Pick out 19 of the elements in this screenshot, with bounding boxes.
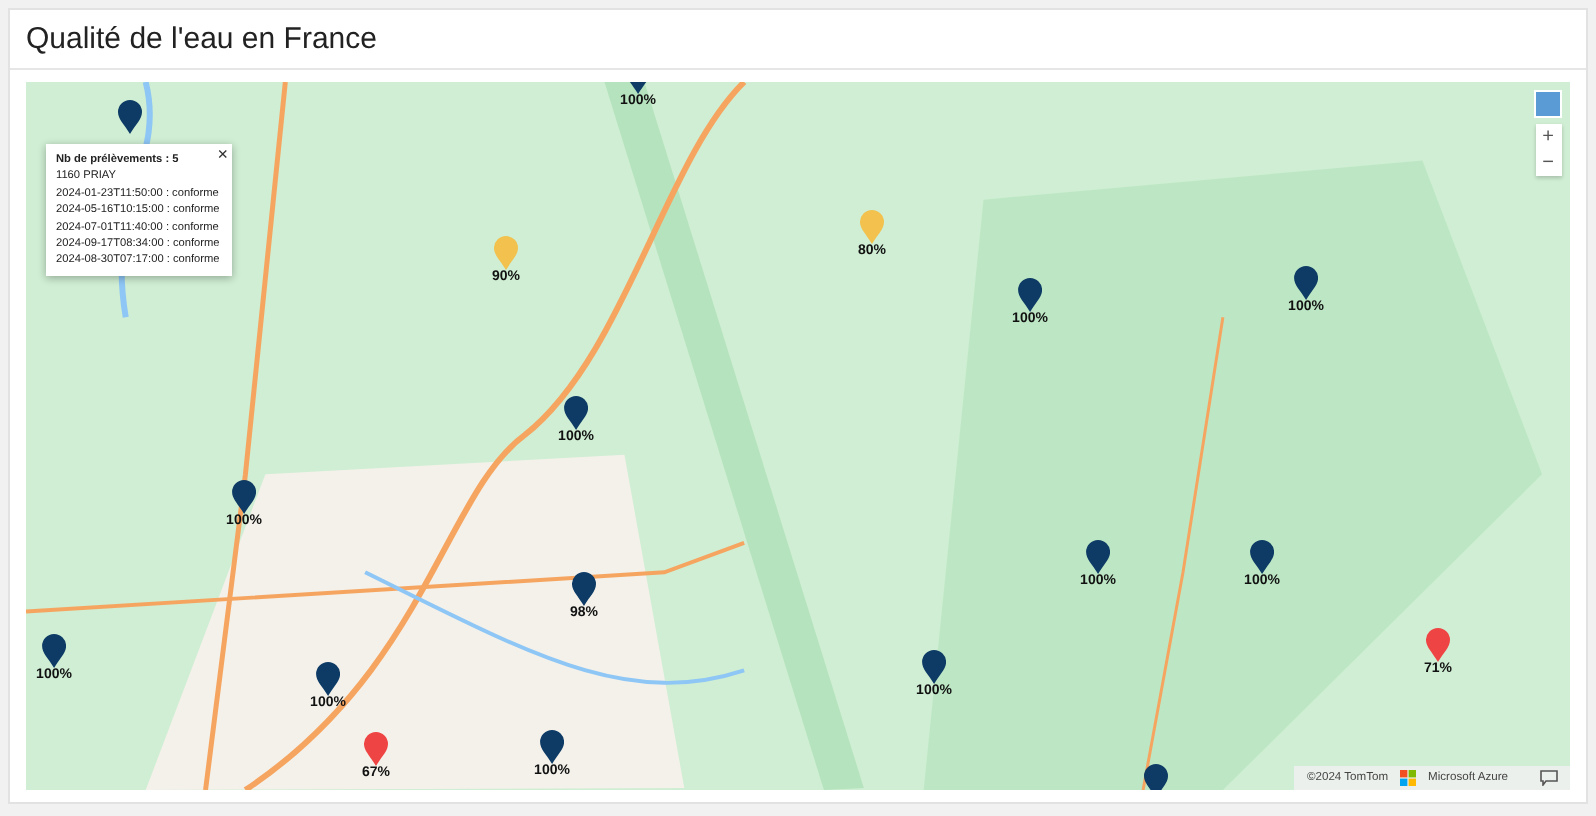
windows-logo-icon (1400, 770, 1417, 786)
map-pin-icon[interactable] (540, 730, 564, 764)
map-pin-icon[interactable] (1086, 540, 1110, 574)
map-pin-icon[interactable] (118, 100, 142, 134)
map-pin-icon[interactable] (1018, 278, 1042, 312)
map-pin-icon[interactable] (922, 650, 946, 684)
map-pin-icon[interactable] (564, 396, 588, 430)
map-pin-icon[interactable] (1144, 764, 1168, 790)
zoom-out-button[interactable]: − (1535, 150, 1561, 176)
map-pin-icon[interactable] (572, 572, 596, 606)
zoom-in-button[interactable]: + (1535, 124, 1561, 150)
map-pin-icon[interactable] (1250, 540, 1274, 574)
map-pin-icon[interactable] (1294, 266, 1318, 300)
page-title: Qualité de l'eau en France (10, 10, 1586, 70)
map-pin-icon[interactable] (316, 662, 340, 696)
map-pin-icon[interactable] (232, 480, 256, 514)
map-pin-icon[interactable] (42, 634, 66, 668)
close-button[interactable]: × (217, 146, 228, 164)
feedback-icon[interactable] (1540, 770, 1558, 786)
